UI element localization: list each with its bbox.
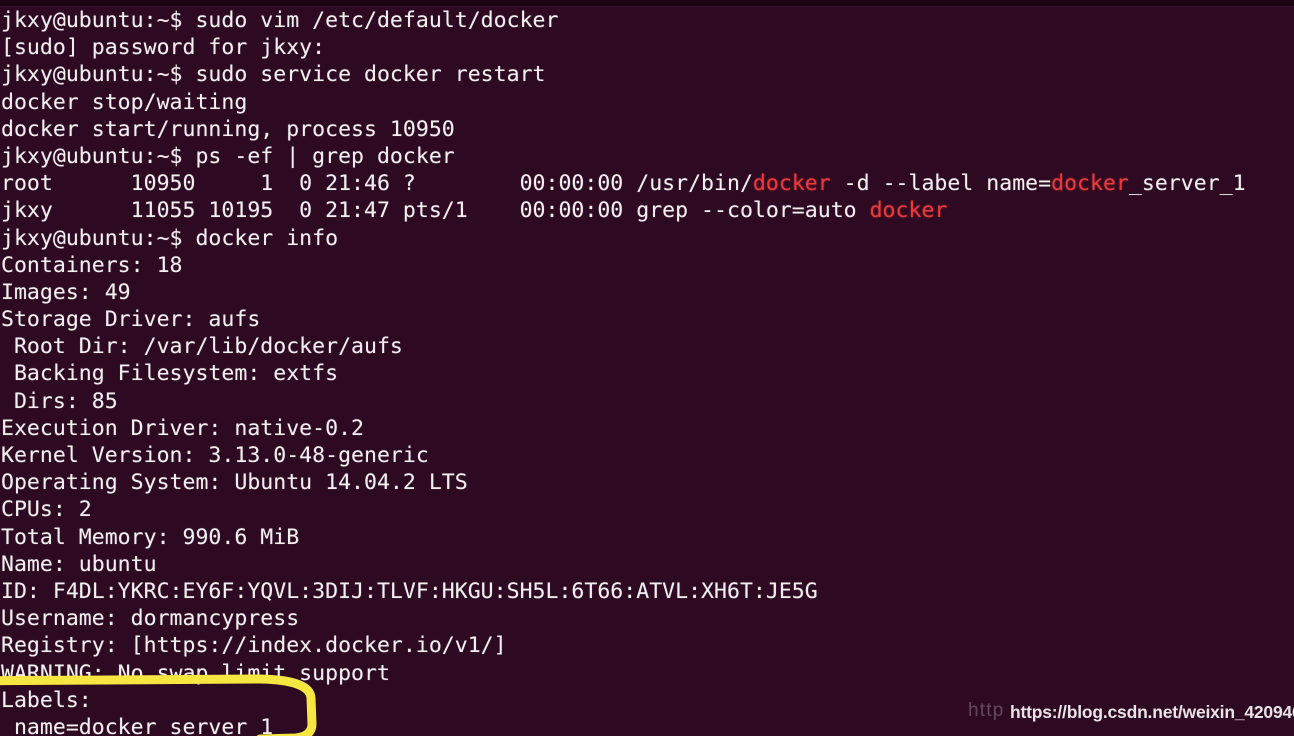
grep-match-highlight: docker: [1051, 171, 1129, 197]
terminal-text: root 10950 1 0 21:46 ? 00:00:00 /usr/bin…: [1, 171, 753, 197]
terminal-line-cmd-ps-grep: jkxy@ubuntu:~$ ps -ef | grep docker: [0, 143, 1294, 170]
terminal-line-info-exec-driver: Execution Driver: native-0.2: [0, 415, 1294, 442]
terminal-text: -d --label name=: [830, 171, 1052, 197]
terminal-text: docker stop/waiting: [1, 89, 248, 115]
terminal-text: Backing Filesystem: extfs: [1, 361, 339, 387]
terminal-line-cmd-docker-info: jkxy@ubuntu:~$ docker info: [0, 225, 1294, 252]
terminal-text: CPUs: 2: [1, 497, 92, 523]
terminal-text: jkxy 11055 10195 0 21:47 pts/1 00:00:00 …: [1, 198, 870, 224]
terminal-text: jkxy@ubuntu:~$ docker info: [1, 225, 339, 251]
terminal-text: Username: dormancypress: [1, 606, 300, 632]
terminal-line-docker-stop: docker stop/waiting: [0, 89, 1294, 116]
terminal-line-info-os: Operating System: Ubuntu 14.04.2 LTS: [0, 469, 1294, 496]
terminal-line-info-backing-fs: Backing Filesystem: extfs: [0, 360, 1294, 387]
terminal-line-info-username: Username: dormancypress: [0, 605, 1294, 632]
terminal-line-ps-row-root: root 10950 1 0 21:46 ? 00:00:00 /usr/bin…: [0, 170, 1294, 197]
terminal-line-docker-start: docker start/running, process 10950: [0, 116, 1294, 143]
terminal-output[interactable]: jkxy@ubuntu:~$ sudo vim /etc/default/doc…: [0, 6, 1294, 736]
terminal-line-info-images: Images: 49: [0, 279, 1294, 306]
grep-match-highlight: docker: [752, 171, 831, 197]
terminal-text: Labels:: [1, 687, 92, 713]
terminal-line-info-cpus: CPUs: 2: [0, 496, 1294, 523]
terminal-text: Name: ubuntu: [1, 551, 157, 577]
terminal-text: Operating System: Ubuntu 14.04.2 LTS: [1, 470, 468, 496]
terminal-line-info-storage-driver: Storage Driver: aufs: [0, 306, 1294, 333]
terminal-text: [sudo] password for jkxy:: [1, 35, 326, 61]
terminal-text: jkxy@ubuntu:~$ sudo service docker resta…: [1, 62, 546, 88]
terminal-line-info-name: Name: ubuntu: [0, 551, 1294, 578]
terminal-line-info-total-memory: Total Memory: 990.6 MiB: [0, 524, 1294, 551]
terminal-line-info-id: ID: F4DL:YKRC:EY6F:YQVL:3DIJ:TLVF:HKGU:S…: [0, 578, 1294, 605]
terminal-line-info-root-dir: Root Dir: /var/lib/docker/aufs: [0, 333, 1294, 360]
terminal-line-info-containers: Containers: 18: [0, 252, 1294, 279]
terminal-text: docker start/running, process 10950: [1, 116, 455, 142]
terminal-text: Registry: [https://index.docker.io/v1/]: [1, 633, 507, 659]
terminal-line-cmd-service-restart: jkxy@ubuntu:~$ sudo service docker resta…: [0, 61, 1294, 88]
terminal-text: name=docker_server_1: [1, 714, 274, 736]
watermark-blog-url: https://blog.csdn.net/weixin_42094659: [1010, 702, 1294, 722]
terminal-text: Kernel Version: 3.13.0-48-generic: [1, 443, 429, 468]
terminal-text: Execution Driver: native-0.2: [1, 415, 364, 441]
terminal-text: ID: F4DL:YKRC:EY6F:YQVL:3DIJ:TLVF:HKGU:S…: [1, 578, 818, 604]
terminal-text: _server_1: [1128, 171, 1246, 197]
terminal-text: Images: 49: [1, 279, 131, 305]
terminal-line-info-dirs: Dirs: 85: [0, 388, 1294, 415]
terminal-line-ps-row-jkxy: jkxy 11055 10195 0 21:47 pts/1 00:00:00 …: [0, 197, 1294, 224]
terminal-text: Root Dir: /var/lib/docker/aufs: [1, 334, 403, 360]
terminal-window: jkxy@ubuntu:~$ sudo vim /etc/default/doc…: [0, 0, 1294, 736]
terminal-line-cmd-vim: jkxy@ubuntu:~$ sudo vim /etc/default/doc…: [0, 7, 1294, 34]
grep-match-highlight: docker: [869, 198, 948, 224]
terminal-text: jkxy@ubuntu:~$ ps -ef | grep docker: [1, 143, 455, 169]
terminal-line-info-warning: WARNING: No swap limit support: [0, 660, 1294, 687]
terminal-line-sudo-password: [sudo] password for jkxy:: [0, 34, 1294, 61]
terminal-text: WARNING: No swap limit support: [1, 660, 390, 686]
terminal-text: Containers: 18: [1, 252, 183, 278]
terminal-line-info-registry: Registry: [https://index.docker.io/v1/]: [0, 632, 1294, 659]
terminal-line-info-kernel: Kernel Version: 3.13.0-48-generic: [0, 442, 1294, 469]
terminal-text: Storage Driver: aufs: [1, 307, 261, 333]
terminal-text: jkxy@ubuntu:~$ sudo vim /etc/default/doc…: [1, 8, 559, 33]
terminal-text: Dirs: 85: [1, 388, 118, 414]
terminal-text: Total Memory: 990.6 MiB: [1, 524, 300, 550]
watermark-faint: http: [968, 700, 1005, 721]
